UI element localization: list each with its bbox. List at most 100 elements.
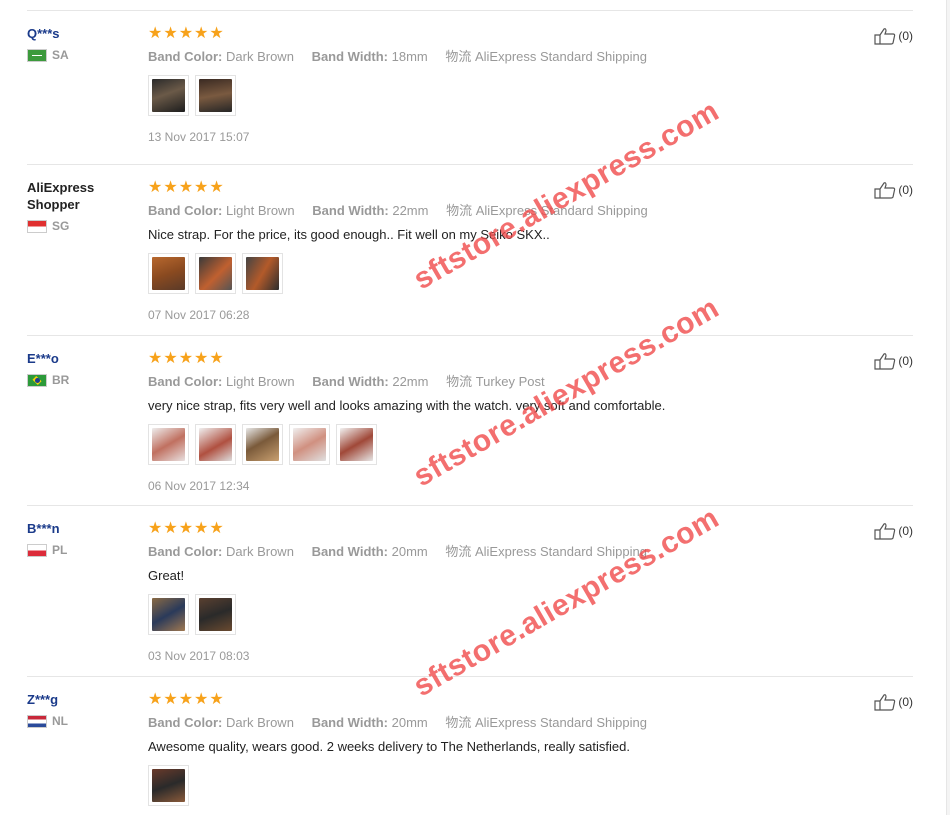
thumbs-up-icon (874, 28, 896, 45)
helpful-button[interactable]: (0) (874, 693, 913, 711)
star-icon: ★ (209, 177, 224, 196)
star-icon: ★ (148, 348, 163, 367)
helpful-button[interactable]: (0) (874, 522, 913, 540)
review-photo-thumbnail[interactable] (242, 253, 283, 294)
star-icon: ★ (209, 518, 224, 537)
band-color-value: Dark Brown (226, 544, 294, 559)
review-photo-thumbnail[interactable] (289, 424, 330, 465)
band-width-value: 20mm (391, 715, 428, 730)
review-date: 13 Nov 2017 15:07 (148, 130, 250, 144)
star-icon: ★ (148, 23, 163, 42)
helpful-count: (0) (898, 354, 913, 368)
reviewer-name: AliExpress Shopper (27, 180, 95, 212)
reviewer-info: Q***s SA (27, 25, 139, 62)
star-icon: ★ (209, 23, 224, 42)
star-icon: ★ (163, 689, 178, 708)
review-photo-thumbnail[interactable] (195, 424, 236, 465)
thumbs-up-icon (874, 694, 896, 711)
review-photo-thumbnail[interactable] (195, 75, 236, 116)
thumbs-up-icon (874, 353, 896, 370)
band-width-label: Band Width: (311, 49, 388, 64)
reviewer-country: NL (27, 714, 139, 728)
star-icon: ★ (163, 348, 178, 367)
shipping-method: 物流 AliExpress Standard Shipping (445, 49, 647, 64)
star-icon: ★ (178, 23, 194, 42)
reviewer-name[interactable]: Z***g (27, 691, 139, 708)
star-icon: ★ (178, 689, 194, 708)
review-photo-thumbnail[interactable] (148, 253, 189, 294)
band-width-label: Band Width: (311, 544, 388, 559)
br-flag-icon (27, 373, 47, 387)
band-color-value: Dark Brown (226, 715, 294, 730)
band-color-label: Band Color: (148, 715, 223, 730)
band-color-value: Light Brown (226, 203, 295, 218)
helpful-button[interactable]: (0) (874, 352, 913, 370)
reviewer-country: SA (27, 48, 139, 62)
review-photos (148, 253, 838, 294)
review-list-page: Q***s SA ★ ★ ★ ★ ★ Band Color: Dark Brown Ba… (0, 0, 950, 815)
star-icon: ★ (194, 348, 209, 367)
review-photo-thumbnail[interactable] (148, 765, 189, 806)
reviewer-name[interactable]: Q***s (27, 25, 139, 42)
reviewer-name[interactable]: B***n (27, 520, 139, 537)
reviewer-info: E***o BR (27, 350, 139, 387)
order-attributes: Band Color: Light Brown Band Width: 22mm… (148, 200, 838, 219)
review-body: ★ ★ ★ ★ ★ Band Color: Dark Brown Band Width:… (148, 25, 838, 144)
star-icon: ★ (194, 518, 209, 537)
band-color-label: Band Color: (148, 374, 223, 389)
review-photo-thumbnail[interactable] (148, 424, 189, 465)
band-color-label: Band Color: (148, 544, 223, 559)
order-attributes: Band Color: Light Brown Band Width: 22mm… (148, 371, 838, 390)
band-color-value: Dark Brown (226, 49, 294, 64)
helpful-button[interactable]: (0) (874, 27, 913, 45)
star-icon: ★ (209, 348, 224, 367)
star-icon: ★ (148, 689, 163, 708)
reviewer-info: B***n PL (27, 520, 139, 557)
scrollbar[interactable] (946, 0, 950, 815)
reviewer-name[interactable]: E***o (27, 350, 139, 367)
review-date: 07 Nov 2017 06:28 (148, 308, 250, 322)
band-width-value: 22mm (392, 374, 429, 389)
review-photo-thumbnail[interactable] (336, 424, 377, 465)
order-attributes: Band Color: Dark Brown Band Width: 20mm … (148, 712, 838, 731)
review-item: E***o BR ★ ★ ★ ★ ★ Band Color: Light Brown B… (27, 336, 913, 506)
review-photos (148, 765, 838, 806)
band-width-value: 22mm (392, 203, 429, 218)
band-color-label: Band Color: (148, 49, 223, 64)
helpful-count: (0) (898, 524, 913, 538)
star-icon: ★ (209, 689, 224, 708)
review-item: Z***g NL ★ ★ ★ ★ ★ Band Color: Dark Brown Ba… (27, 677, 913, 815)
band-color-value: Light Brown (226, 374, 295, 389)
star-icon: ★ (148, 177, 163, 196)
thumbs-up-icon (874, 182, 896, 199)
reviewer-country: SG (27, 219, 139, 233)
band-color-label: Band Color: (148, 203, 223, 218)
helpful-count: (0) (898, 183, 913, 197)
review-photo-thumbnail[interactable] (242, 424, 283, 465)
review-body: ★ ★ ★ ★ ★ Band Color: Dark Brown Band Width:… (148, 691, 838, 806)
band-width-label: Band Width: (311, 715, 388, 730)
review-photo-thumbnail[interactable] (195, 594, 236, 635)
review-photos (148, 75, 838, 116)
review-date: 06 Nov 2017 12:34 (148, 479, 250, 493)
country-code: PL (52, 543, 68, 557)
star-icon: ★ (163, 518, 178, 537)
country-code: SG (52, 219, 70, 233)
reviewer-info: Z***g NL (27, 691, 139, 728)
rating-stars: ★ ★ ★ ★ ★ (148, 689, 838, 708)
reviewer-country: PL (27, 543, 139, 557)
nl-flag-icon (27, 714, 47, 728)
star-icon: ★ (194, 689, 209, 708)
sa-flag-icon (27, 48, 47, 62)
pl-flag-icon (27, 543, 47, 557)
helpful-button[interactable]: (0) (874, 181, 913, 199)
rating-stars: ★ ★ ★ ★ ★ (148, 177, 838, 196)
band-width-value: 18mm (391, 49, 428, 64)
review-photo-thumbnail[interactable] (148, 594, 189, 635)
rating-stars: ★ ★ ★ ★ ★ (148, 518, 838, 537)
review-photo-thumbnail[interactable] (195, 253, 236, 294)
helpful-count: (0) (898, 29, 913, 43)
review-photo-thumbnail[interactable] (148, 75, 189, 116)
shipping-method: 物流 Turkey Post (446, 374, 545, 389)
star-icon: ★ (194, 177, 209, 196)
